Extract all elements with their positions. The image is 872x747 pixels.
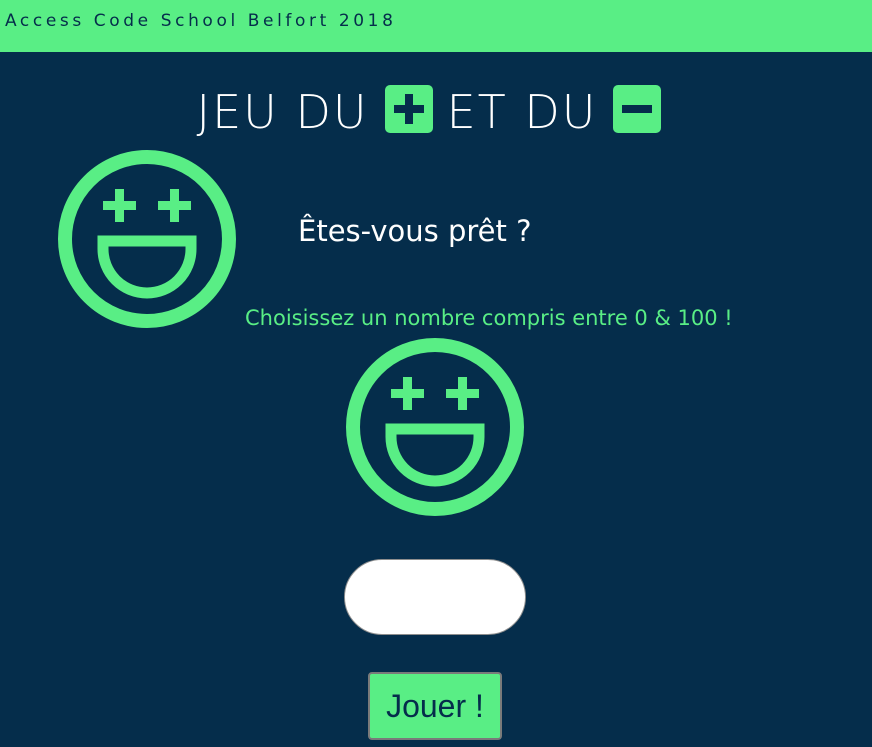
ready-text: Êtes-vous prêt ? [298,214,532,248]
play-button[interactable]: Jouer ! [368,672,502,740]
instructions-text: Choisissez un nombre compris entre 0 & 1… [245,306,733,330]
page-title: JEU DU ET DU [0,78,872,142]
header-bar: Access Code School Belfort 2018 [0,0,872,52]
number-input[interactable] [344,559,526,635]
plus-square-icon [384,84,433,133]
smiley-feedback-icon [346,338,524,516]
smiley-icon [58,150,236,328]
minus-square-icon [613,84,662,133]
title-part-2: ET DU [446,84,598,139]
title-part-1: JEU DU [196,84,369,139]
brand-text: Access Code School Belfort 2018 [5,11,397,31]
